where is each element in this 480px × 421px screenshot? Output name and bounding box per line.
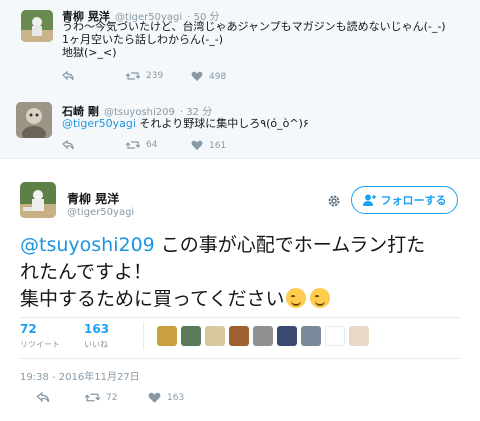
liker-avatar[interactable] xyxy=(301,326,321,346)
divider xyxy=(20,358,460,359)
liker-avatar[interactable] xyxy=(229,326,249,346)
tweet-line: 地獄(>_<) xyxy=(62,46,117,59)
liker-avatar[interactable] xyxy=(157,326,177,346)
retweet-button[interactable]: 72 xyxy=(85,392,117,403)
mention-link[interactable]: @tiger50yagi xyxy=(62,117,136,130)
gear-icon[interactable] xyxy=(327,193,341,212)
reply-button[interactable] xyxy=(62,71,74,81)
reply-tweet-2[interactable]: 石崎 剛 @tsuyoshi209 · 32 分 @tiger50yagi それ… xyxy=(0,92,480,158)
tweet-line: 1ヶ月空いたら話しわからん(-_-) xyxy=(62,33,224,46)
tweet-line: れたんですよ！ xyxy=(20,261,153,283)
like-button[interactable]: 163 xyxy=(148,392,184,404)
divider xyxy=(0,158,480,159)
reply-icon xyxy=(36,392,50,403)
smirk-emoji-icon xyxy=(286,288,307,308)
avatar[interactable] xyxy=(20,182,56,218)
like-button[interactable]: 498 xyxy=(191,71,226,82)
liker-avatar[interactable] xyxy=(349,326,369,346)
reply-button[interactable] xyxy=(62,140,74,150)
author-name[interactable]: 青柳 晃洋 xyxy=(67,190,119,207)
retweet-count: 64 xyxy=(146,140,158,150)
retweet-icon xyxy=(126,72,140,80)
like-count[interactable]: 163 xyxy=(84,322,109,336)
heart-icon xyxy=(148,392,161,403)
liker-avatar[interactable] xyxy=(325,326,345,346)
retweet-icon xyxy=(126,141,140,149)
retweet-label: リツイート xyxy=(20,340,60,349)
add-user-icon xyxy=(362,194,376,206)
smirk-emoji-icon xyxy=(310,288,331,308)
avatar[interactable] xyxy=(16,102,52,138)
retweet-count[interactable]: 72 xyxy=(20,322,37,336)
divider xyxy=(20,317,460,318)
tweet-text: うわ～今気づいたけど、台湾じゃあジャンプもマガジンも読めないじゃん(-_-) 1… xyxy=(62,20,446,59)
avatar[interactable] xyxy=(21,10,53,42)
retweet-button[interactable]: 64 xyxy=(126,140,157,150)
retweet-button[interactable]: 239 xyxy=(126,71,163,81)
reply-icon xyxy=(62,71,74,81)
follow-label: フォローする xyxy=(380,194,447,207)
follow-button[interactable]: フォローする xyxy=(351,186,458,214)
liker-avatar[interactable] xyxy=(253,326,273,346)
retweet-count: 239 xyxy=(146,71,164,81)
tweet-line: うわ～今気づいたけど、台湾じゃあジャンプもマガジンも読めないじゃん(-_-) xyxy=(62,20,446,33)
main-tweet-text: @tsuyoshi209 この事が心配でホームラン打た れたんですよ！ 集中する… xyxy=(20,232,425,313)
mention-link[interactable]: @tsuyoshi209 xyxy=(20,234,155,256)
divider xyxy=(143,322,144,350)
heart-icon xyxy=(191,71,203,81)
like-count: 163 xyxy=(167,393,185,403)
tweet-timestamp[interactable]: 19:38 - 2016年11月27日 xyxy=(20,368,140,383)
like-label: いいね xyxy=(84,340,108,349)
tweet-body: それより野球に集中しろ٩(ó_ò^)۶ xyxy=(135,117,309,130)
reply-button[interactable] xyxy=(36,392,50,403)
tweet-line: 集中するために買ってください xyxy=(20,288,285,310)
reply-icon xyxy=(62,140,74,150)
like-button[interactable]: 161 xyxy=(191,140,226,151)
tweet-text: @tiger50yagi それより野球に集中しろ٩(ó_ò^)۶ xyxy=(62,117,309,130)
liker-avatar[interactable] xyxy=(205,326,225,346)
like-count: 498 xyxy=(209,71,227,82)
liker-avatar[interactable] xyxy=(181,326,201,346)
reply-tweet-1[interactable]: 青柳 晃洋 @tiger50yagi · 50 分 うわ～今気づいたけど、台湾じ… xyxy=(0,0,480,92)
retweet-count: 72 xyxy=(106,392,118,403)
heart-icon xyxy=(191,140,203,150)
like-count: 161 xyxy=(209,140,227,151)
liker-avatar[interactable] xyxy=(277,326,297,346)
retweet-icon xyxy=(85,393,100,402)
tweet-line: この事が心配でホームラン打た xyxy=(154,234,426,256)
author-handle[interactable]: @tiger50yagi xyxy=(67,207,134,218)
